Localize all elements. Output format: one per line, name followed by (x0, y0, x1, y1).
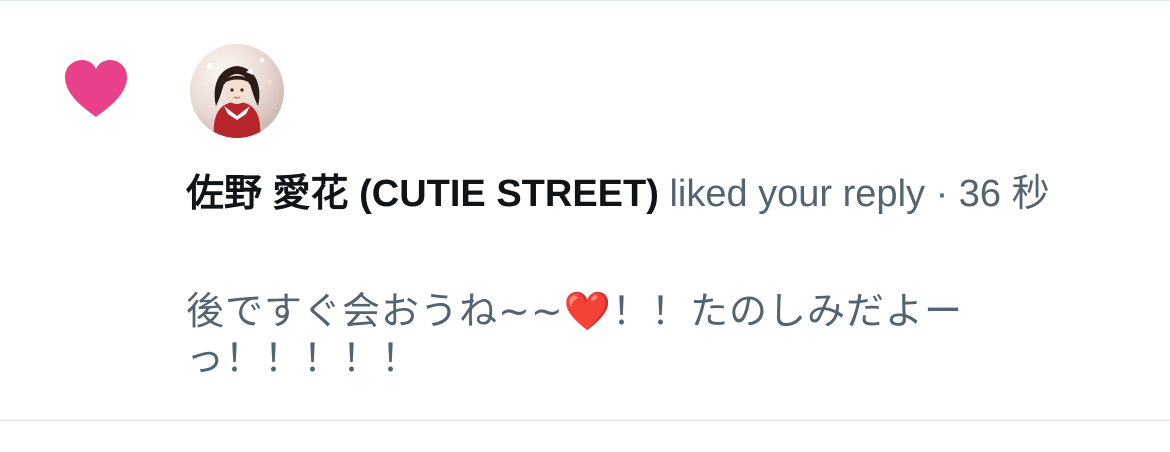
reply-text: 後ですぐ会おうね~~❤️！！たのしみだよーっ！！！！！ (186, 289, 963, 380)
timestamp: 36 秒 (958, 173, 1050, 215)
notification-text: 佐野 愛花 (CUTIE STREET) liked your reply · … (186, 171, 1086, 218)
action-text: liked your reply (669, 173, 926, 215)
avatar-image (190, 44, 284, 138)
user-name[interactable]: 佐野 愛花 (CUTIE STREET) (186, 173, 659, 215)
divider-bottom (0, 420, 1170, 421)
avatar[interactable] (190, 44, 284, 138)
like-notification[interactable]: 佐野 愛花 (CUTIE STREET) liked your reply · … (0, 1, 1170, 420)
separator-dot: · (935, 173, 949, 215)
heart-icon (65, 60, 127, 117)
